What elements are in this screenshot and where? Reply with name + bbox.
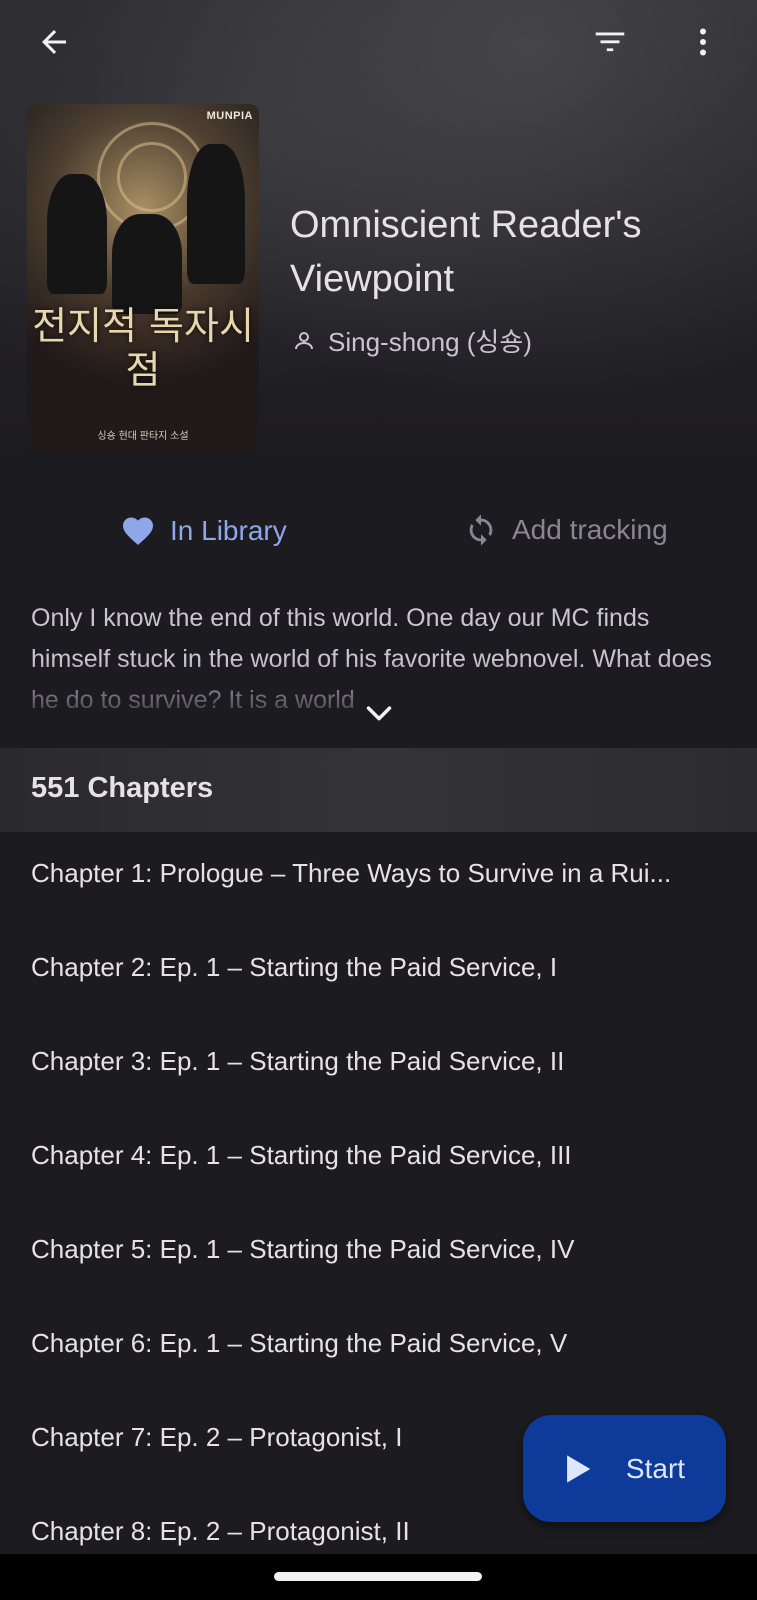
cover-figure [47, 174, 107, 294]
sync-icon [469, 514, 493, 546]
chapter-title: Chapter 1: Prologue – Three Ways to Surv… [31, 858, 672, 888]
in-library-button[interactable]: In Library [120, 513, 287, 549]
chapter-title: Chapter 2: Ep. 1 – Starting the Paid Ser… [31, 952, 558, 982]
chapter-row[interactable]: Chapter 6: Ep. 1 – Starting the Paid Ser… [0, 1302, 757, 1398]
chapter-title: Chapter 6: Ep. 1 – Starting the Paid Ser… [31, 1328, 568, 1358]
chapter-row[interactable]: Chapter 3: Ep. 1 – Starting the Paid Ser… [0, 1020, 757, 1116]
cover-korean-subtitle: 싱숑 현대 판타지 소설 [97, 431, 189, 442]
filter-button[interactable] [586, 18, 634, 66]
heart-icon [123, 517, 153, 546]
author-name[interactable]: Sing-shong (싱숑) [328, 322, 532, 359]
gesture-handle[interactable] [274, 1572, 482, 1581]
top-app-bar [0, 0, 757, 84]
system-navigation-bar [0, 1554, 757, 1600]
chapter-row[interactable]: Chapter 4: Ep. 1 – Starting the Paid Ser… [0, 1114, 757, 1210]
in-library-label: In Library [170, 515, 287, 546]
person-icon [295, 331, 313, 349]
back-button[interactable] [30, 18, 78, 66]
chapters-header: 551 Chapters [0, 748, 757, 832]
more-vert-icon [700, 28, 706, 56]
chapter-row[interactable]: Chapter 2: Ep. 1 – Starting the Paid Ser… [0, 926, 757, 1022]
manga-title: Omniscient Reader's Viewpoint [290, 204, 642, 300]
cover-figure [187, 144, 245, 284]
author-row: Sing-shong (싱숑) [292, 322, 532, 359]
cover-figure [112, 214, 182, 314]
add-tracking-label: Add tracking [512, 514, 668, 545]
chapter-title: Chapter 4: Ep. 1 – Starting the Paid Ser… [31, 1140, 572, 1170]
play-icon [567, 1454, 591, 1483]
start-reading-button[interactable]: Start [523, 1415, 726, 1522]
cover-clock-ring-inner [117, 142, 187, 212]
cover-korean-title: 전지적 독자시점 [32, 304, 254, 392]
cover-image[interactable]: MUNPIA 전지적 독자시점 싱숑 현대 판타지 소설 [27, 104, 259, 452]
chapter-title: Chapter 5: Ep. 1 – Starting the Paid Ser… [31, 1234, 575, 1264]
expand-description-button[interactable] [363, 700, 395, 728]
chapter-title: Chapter 3: Ep. 1 – Starting the Paid Ser… [31, 1046, 565, 1076]
chapter-row[interactable]: Chapter 1: Prologue – Three Ways to Surv… [0, 832, 757, 928]
chapters-count: 551 Chapters [31, 772, 214, 804]
chapter-row[interactable]: Chapter 5: Ep. 1 – Starting the Paid Ser… [0, 1208, 757, 1304]
action-row: In Library Add tracking [0, 505, 757, 575]
start-label: Start [625, 1452, 686, 1484]
more-options-button[interactable] [679, 18, 727, 66]
filter-icon [595, 32, 625, 52]
arrow-left-icon [42, 30, 66, 54]
cover-publisher-logo: MUNPIA [206, 110, 253, 122]
chevron-down-icon [366, 706, 392, 721]
add-tracking-button[interactable]: Add tracking [464, 513, 668, 547]
